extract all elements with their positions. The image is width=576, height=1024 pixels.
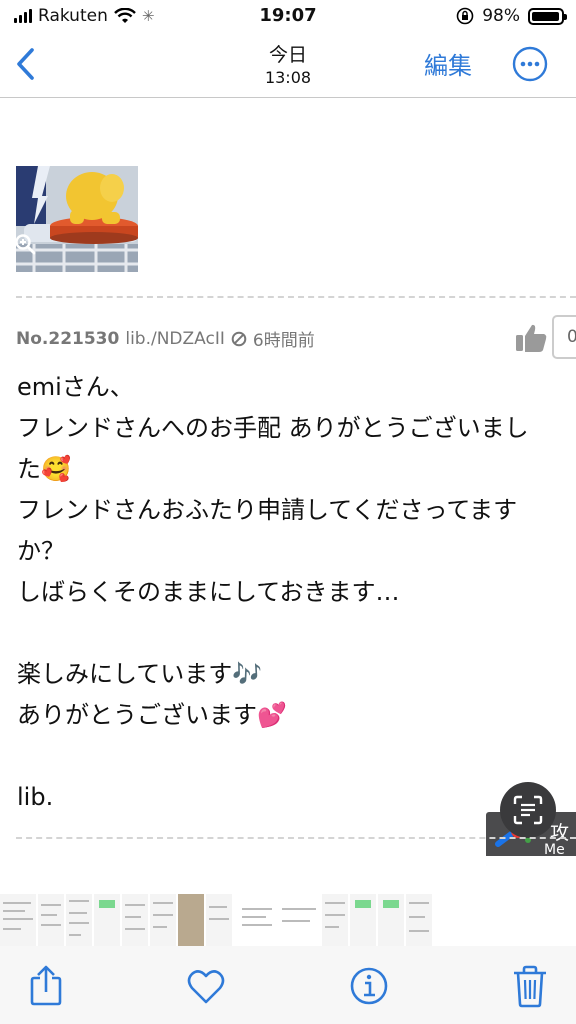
filmstrip-thumbnail[interactable] — [94, 894, 120, 946]
post-separator — [16, 296, 576, 298]
text-scan-icon — [513, 795, 543, 825]
battery-icon — [528, 7, 567, 25]
status-right: 98% — [456, 6, 567, 26]
filmstrip-thumbnail[interactable] — [38, 894, 64, 946]
photo-viewer-screen: Rakuten ✳ 19:07 98% 今日 13:08 編集 No.22153… — [0, 0, 576, 1024]
filmstrip-thumbnail[interactable] — [434, 894, 494, 946]
info-icon[interactable] — [349, 964, 389, 1008]
nav-title: 今日 — [268, 44, 307, 66]
filmstrip-thumbnail[interactable] — [66, 894, 92, 946]
like-count[interactable]: 0 — [552, 315, 576, 359]
live-text-button[interactable] — [500, 782, 556, 838]
photo-filmstrip[interactable] — [0, 894, 576, 946]
post-line: しばらくそのままにしておきます… — [17, 578, 400, 606]
post-line: フレンドさんへのお手配 ありがとうございまし — [17, 414, 529, 442]
post-line: フレンドさんおふたり申請してくださってます — [17, 496, 518, 524]
filmstrip-thumbnail[interactable] — [122, 894, 148, 946]
filmstrip-thumbnail[interactable] — [0, 894, 36, 946]
filmstrip-thumbnail[interactable] — [150, 894, 176, 946]
post-time-ago: 6時間前 — [252, 331, 315, 351]
filmstrip-thumbnail[interactable] — [234, 894, 274, 946]
filmstrip-thumbnail[interactable] — [378, 894, 404, 946]
post-body: emiさん、フレンドさんへのお手配 ありがとうございまし た🥰 フレンドさんおふたり… — [17, 367, 573, 818]
thumbs-up-icon[interactable] — [514, 322, 548, 354]
heart-icon[interactable] — [186, 964, 226, 1008]
edit-button[interactable]: 編集 — [424, 46, 472, 81]
post-line: emiさん、 — [17, 373, 134, 401]
filmstrip-thumbnail[interactable] — [178, 894, 204, 946]
post-separator-bottom — [16, 837, 576, 839]
filmstrip-thumbnail[interactable] — [350, 894, 376, 946]
zoom-icon[interactable] — [14, 233, 36, 255]
navigation-bar: 今日 13:08 編集 — [0, 34, 576, 98]
photo-content: No.221530 lib./NDZAcII 6時間前 0 emiさん、フレンド… — [0, 99, 576, 894]
pikachu-figure-image — [16, 166, 138, 272]
post-line: ありがとうございます💕 — [17, 701, 287, 729]
post-line: か？ — [17, 537, 65, 565]
orientation-lock-icon — [456, 7, 474, 25]
status-bar: Rakuten ✳ 19:07 98% — [0, 0, 576, 34]
post-author: lib./NDZAcII — [125, 328, 225, 349]
filmstrip-thumbnail[interactable] — [206, 894, 232, 946]
filmstrip-thumbnail[interactable] — [276, 894, 320, 946]
battery-percent: 98% — [482, 6, 520, 26]
attached-image-thumbnail[interactable] — [16, 166, 138, 272]
share-icon[interactable] — [26, 964, 66, 1008]
trash-icon[interactable] — [510, 964, 550, 1008]
nav-subtitle: 13:08 — [264, 68, 312, 87]
badge-sub: Me — [544, 842, 565, 856]
filmstrip-thumbnail[interactable] — [406, 894, 432, 946]
post-line: た🥰 — [17, 455, 71, 483]
post-meta: No.221530 lib./NDZAcII 6時間前 — [16, 326, 315, 352]
prohibited-icon — [231, 331, 247, 346]
more-options-icon[interactable] — [512, 46, 548, 82]
post-line: 楽しみにしています🎶 — [17, 660, 263, 688]
post-number: No.221530 — [16, 328, 120, 349]
bottom-toolbar — [0, 946, 576, 1024]
filmstrip-thumbnail[interactable] — [322, 894, 348, 946]
